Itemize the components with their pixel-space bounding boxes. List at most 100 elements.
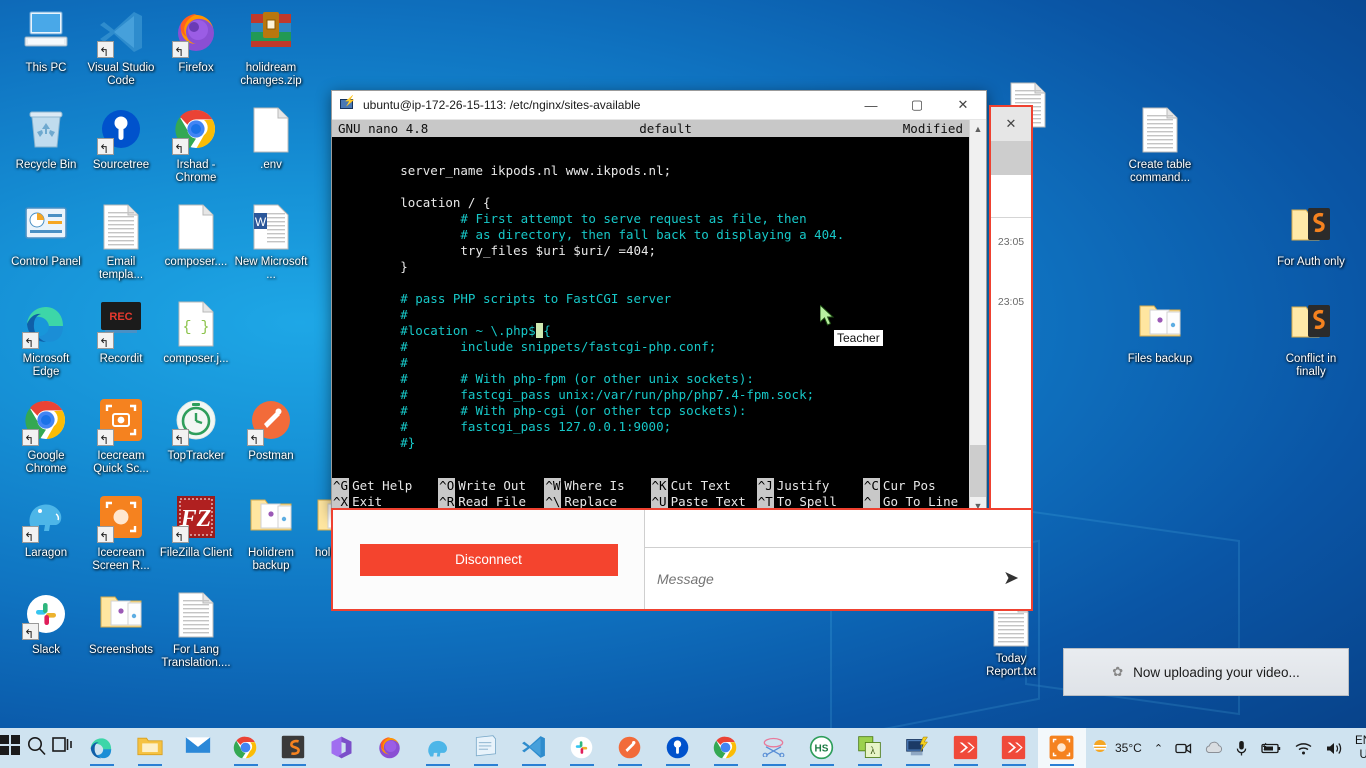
taskbar[interactable]: HS λ 35°C ⌃ ENG US	[0, 728, 1366, 768]
show-hidden-icons-button[interactable]: ⌃	[1149, 728, 1168, 768]
battery-icon[interactable]	[1255, 728, 1287, 768]
taskbar-app-file-explorer[interactable]	[126, 728, 174, 768]
desktop-icon[interactable]: Create table command...	[1122, 107, 1198, 185]
nano-shortcut[interactable]: ^C Cur Pos	[862, 478, 969, 494]
maximize-button[interactable]: ▢	[894, 91, 940, 120]
terminal-scrollbar[interactable]: ▲ ▼	[969, 120, 986, 514]
desktop-icon[interactable]: Files backup	[1122, 301, 1198, 366]
session-chat-panel[interactable]: Disconnect ➤	[331, 508, 1033, 611]
taskbar-app-sourcetree[interactable]	[654, 728, 702, 768]
desktop-icon[interactable]: Holidrem backup	[233, 495, 309, 573]
desktop-icon[interactable]: Postman	[233, 398, 309, 463]
taskbar-app-office[interactable]	[318, 728, 366, 768]
volume-icon[interactable]	[1320, 728, 1349, 768]
terminal-line: try_files $uri $uri/ =404;	[340, 243, 657, 258]
microphone-icon[interactable]	[1230, 728, 1253, 768]
wifi-icon[interactable]	[1289, 728, 1318, 768]
desktop-icon[interactable]: Screenshots	[83, 592, 159, 657]
desktop-icon[interactable]: For Auth only	[1273, 204, 1349, 269]
nano-shortcut[interactable]: ^G Get Help	[332, 478, 438, 494]
desktop-icon[interactable]: composer....	[158, 204, 234, 269]
putty-terminal-window[interactable]: ⚡ ubuntu@ip-172-26-15-113: /etc/nginx/si…	[331, 90, 987, 514]
desktop-icon[interactable]: Today Report.txt	[973, 601, 1049, 679]
upload-notification-toast[interactable]: ✿ Now uploading your video...	[1063, 648, 1349, 696]
desktop-icon[interactable]: Firefox	[158, 10, 234, 75]
taskbar-app-chrome[interactable]	[222, 728, 270, 768]
weather-widget[interactable]: 35°C	[1086, 728, 1147, 768]
desktop-icon[interactable]: Conflict in finally	[1273, 301, 1349, 379]
cloud-icon[interactable]	[1199, 728, 1228, 768]
nano-shortcut[interactable]: ^K Cut Text	[650, 478, 757, 494]
desktop-icon[interactable]: REC Recordit	[83, 301, 159, 366]
nano-shortcut-label: Cur Pos	[882, 478, 936, 493]
desktop-icon[interactable]: Sourcetree	[83, 107, 159, 172]
taskbar-app-hs-app[interactable]: HS	[798, 728, 846, 768]
chat-input-row[interactable]: ➤	[645, 548, 1031, 609]
taskbar-app-firefox[interactable]	[366, 728, 414, 768]
nano-shortcut[interactable]: ^J Justify	[756, 478, 863, 494]
taskbar-app-slack[interactable]	[558, 728, 606, 768]
taskbar-app-postman[interactable]	[606, 728, 654, 768]
search-button[interactable]	[26, 728, 52, 768]
nano-shortcut[interactable]: ^W Where Is	[544, 478, 650, 494]
disconnect-button[interactable]: Disconnect	[359, 543, 618, 576]
desktop-icon[interactable]: For Lang Translation....	[158, 592, 234, 670]
taskbar-app-sublime-text[interactable]	[270, 728, 318, 768]
nano-shortcut[interactable]: ^O Write Out	[438, 478, 544, 494]
desktop-icon[interactable]: Irshad - Chrome	[158, 107, 234, 185]
send-arrow-icon[interactable]: ➤	[995, 567, 1019, 590]
chat-selected-row[interactable]	[991, 141, 1031, 175]
desktop-icon[interactable]: Icecream Screen R...	[83, 495, 159, 573]
terminal-body[interactable]: GNU nano 4.8 default Modified server_nam…	[332, 120, 986, 514]
desktop-icon[interactable]: Microsoft Edge	[8, 301, 84, 379]
terminal-text-content[interactable]: server_name ikpods.nl www.ikpods.nl; loc…	[332, 137, 969, 478]
desktop-icon[interactable]: Google Chrome	[8, 398, 84, 476]
chat-side-strip[interactable]: ✕ 23:05 23:05	[989, 105, 1033, 511]
taskbar-app-red-app-2[interactable]	[990, 728, 1038, 768]
taskbar-app-vscode[interactable]	[510, 728, 558, 768]
desktop-icon[interactable]: Control Panel	[8, 204, 84, 269]
minimize-button[interactable]: —	[848, 91, 894, 120]
taskbar-app-notepad[interactable]	[462, 728, 510, 768]
desktop-icon[interactable]: holidream changes.zip	[233, 10, 309, 88]
scroll-up-icon[interactable]: ▲	[970, 120, 986, 137]
desktop-icon[interactable]: Icecream Quick Sc...	[83, 398, 159, 476]
window-titlebar[interactable]: ⚡ ubuntu@ip-172-26-15-113: /etc/nginx/si…	[332, 91, 986, 120]
taskbar-app-putty[interactable]	[894, 728, 942, 768]
desktop-icon[interactable]: TopTracker	[158, 398, 234, 463]
desktop-icon[interactable]: .env	[233, 107, 309, 172]
taskbar-app-red-app-1[interactable]	[942, 728, 990, 768]
start-button[interactable]	[0, 728, 26, 768]
task-view-button[interactable]	[52, 728, 78, 768]
desktop-icon[interactable]: Visual Studio Code	[83, 10, 159, 88]
chat-close-button[interactable]: ✕	[991, 107, 1031, 141]
chat-compose-area[interactable]: ➤	[645, 510, 1031, 609]
nano-shortcut-key: ^O	[438, 478, 456, 494]
slack-icon	[22, 592, 70, 640]
desktop-icon[interactable]: Slack	[8, 592, 84, 657]
taskbar-app-snipping-tool[interactable]	[750, 728, 798, 768]
taskbar-app-edge[interactable]	[78, 728, 126, 768]
shortcut-overlay-icon	[172, 429, 189, 446]
taskbar-app-chrome-dev[interactable]	[702, 728, 750, 768]
system-tray[interactable]: 35°C ⌃ ENG US 11:14 PM 5/20/2023	[1086, 728, 1366, 768]
scrollbar-track[interactable]	[970, 137, 986, 497]
desktop-icon[interactable]: This PC	[8, 10, 84, 75]
taskbar-app-mail[interactable]	[174, 728, 222, 768]
taskbar-app-lambda-app[interactable]: λ	[846, 728, 894, 768]
terminal-line: # fastcgi_pass unix:/var/run/php/php7.4-…	[340, 387, 815, 402]
taskbar-app-icecream-recorder[interactable]	[1038, 728, 1086, 768]
desktop-icon[interactable]: Email templa...	[83, 204, 159, 282]
language-indicator[interactable]: ENG US	[1351, 734, 1366, 762]
close-button[interactable]: ✕	[940, 91, 986, 120]
message-input[interactable]	[657, 570, 996, 587]
taskbar-app-laragon[interactable]	[414, 728, 462, 768]
desktop-icon[interactable]: Recycle Bin	[8, 107, 84, 172]
scrollbar-thumb[interactable]	[970, 445, 986, 497]
desktop-icon[interactable]: { } composer.j...	[158, 301, 234, 366]
desktop-icon[interactable]: Laragon	[8, 495, 84, 560]
desktop-icon[interactable]: W New Microsoft ...	[233, 204, 309, 282]
desktop-icon[interactable]: FZ FileZilla Client	[158, 495, 234, 560]
camera-icon[interactable]	[1170, 728, 1197, 768]
